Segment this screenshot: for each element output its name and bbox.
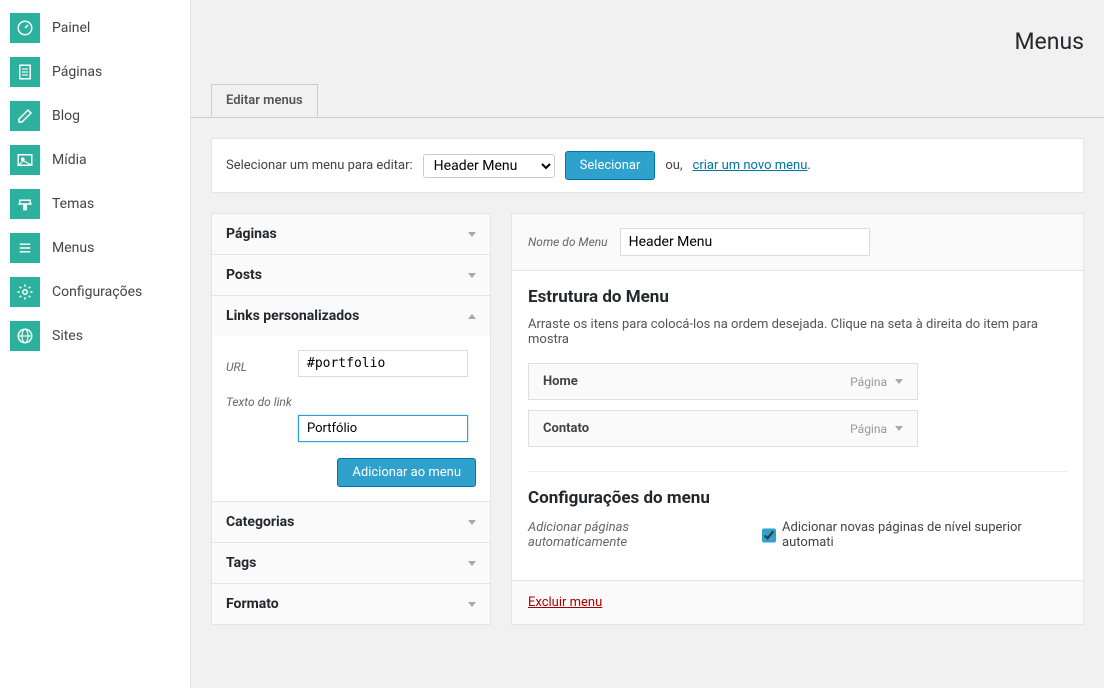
accordion-links[interactable]: Links personalizados [212, 296, 490, 336]
menu-item-title: Home [543, 374, 578, 389]
structure-title: Estrutura do Menu [528, 287, 1067, 307]
sidebar-item-temas[interactable]: Temas [10, 182, 180, 226]
sidebar-label: Páginas [52, 64, 102, 80]
add-to-menu-button[interactable]: Adicionar ao menu [337, 458, 476, 487]
link-text-label: Texto do link [226, 389, 476, 409]
sidebar-label: Blog [52, 108, 80, 124]
chevron-down-icon [468, 602, 476, 607]
select-button[interactable]: Selecionar [565, 151, 656, 180]
sidebar-label: Temas [52, 196, 94, 212]
menu-select-bar: Selecionar um menu para editar: Header M… [211, 138, 1084, 193]
add-items-panel: Páginas Posts Links personalizados [211, 213, 491, 625]
menu-footer: Excluir menu [512, 580, 1083, 624]
custom-link-form: URL Texto do link Adicionar ao menu [212, 336, 490, 501]
sidebar-label: Painel [52, 20, 90, 36]
custom-link-url-input[interactable] [298, 350, 468, 377]
chevron-down-icon [468, 232, 476, 237]
sidebar-item-config[interactable]: Configurações [10, 270, 180, 314]
accordion-posts[interactable]: Posts [212, 255, 490, 295]
menu-item-type: Página [850, 375, 903, 389]
sidebar-item-paginas[interactable]: Páginas [10, 50, 180, 94]
chevron-down-icon [468, 273, 476, 278]
menus-icon [10, 233, 40, 263]
sidebar-label: Sites [52, 328, 83, 344]
create-new-menu-link[interactable]: criar um novo menu [693, 158, 808, 173]
chevron-down-icon[interactable] [895, 379, 903, 384]
menu-item[interactable]: Home Página [528, 363, 918, 400]
sidebar-item-blog[interactable]: Blog [10, 94, 180, 138]
menu-name-bar: Nome do Menu [512, 214, 1083, 271]
structure-desc: Arraste os itens para colocá-los na orde… [528, 317, 1067, 347]
accordion-tags[interactable]: Tags [212, 543, 490, 583]
sites-icon [10, 321, 40, 351]
sidebar-item-sites[interactable]: Sites [10, 314, 180, 358]
menu-name-label: Nome do Menu [528, 235, 608, 249]
sidebar-label: Configurações [52, 284, 142, 300]
tabs: Editar menus [191, 83, 1104, 118]
main-content: Menus Editar menus Selecionar um menu pa… [190, 0, 1104, 688]
sidebar-item-midia[interactable]: Mídia [10, 138, 180, 182]
settings-icon [10, 277, 40, 307]
tab-edit-menus[interactable]: Editar menus [211, 84, 318, 117]
menu-item-title: Contato [543, 421, 589, 436]
delete-menu-link[interactable]: Excluir menu [528, 595, 602, 610]
media-icon [10, 145, 40, 175]
url-label: URL [226, 354, 298, 374]
accordion-paginas[interactable]: Páginas [212, 214, 490, 254]
or-text: ou, [665, 158, 682, 173]
menu-name-input[interactable] [620, 228, 870, 256]
chevron-down-icon [468, 561, 476, 566]
settings-title: Configurações do menu [528, 488, 1067, 508]
chevron-down-icon [468, 520, 476, 525]
page-title: Menus [191, 0, 1104, 83]
accordion-categorias[interactable]: Categorias [212, 502, 490, 542]
chevron-down-icon[interactable] [895, 426, 903, 431]
sidebar-item-painel[interactable]: Painel [10, 6, 180, 50]
menu-item-type: Página [850, 422, 903, 436]
admin-sidebar: Painel Páginas Blog Mídia Temas Menus Co… [0, 0, 180, 358]
auto-add-checkbox[interactable] [762, 528, 777, 543]
sidebar-label: Mídia [52, 152, 87, 168]
auto-add-label: Adicionar páginas automaticamente [528, 520, 722, 550]
accordion-formato[interactable]: Formato [212, 584, 490, 624]
dashboard-icon [10, 13, 40, 43]
chevron-up-icon [468, 314, 476, 319]
menu-item[interactable]: Contato Página [528, 410, 918, 447]
menu-editor-panel: Nome do Menu Estrutura do Menu Arraste o… [511, 213, 1084, 625]
themes-icon [10, 189, 40, 219]
pages-icon [10, 57, 40, 87]
menu-select[interactable]: Header Menu [423, 154, 555, 178]
auto-add-checkbox-row[interactable]: Adicionar novas páginas de nível superio… [762, 520, 1067, 550]
sidebar-item-menus[interactable]: Menus [10, 226, 180, 270]
blog-icon [10, 101, 40, 131]
sidebar-label: Menus [52, 240, 94, 256]
custom-link-text-input[interactable] [298, 415, 468, 442]
select-label: Selecionar um menu para editar: [226, 158, 413, 173]
